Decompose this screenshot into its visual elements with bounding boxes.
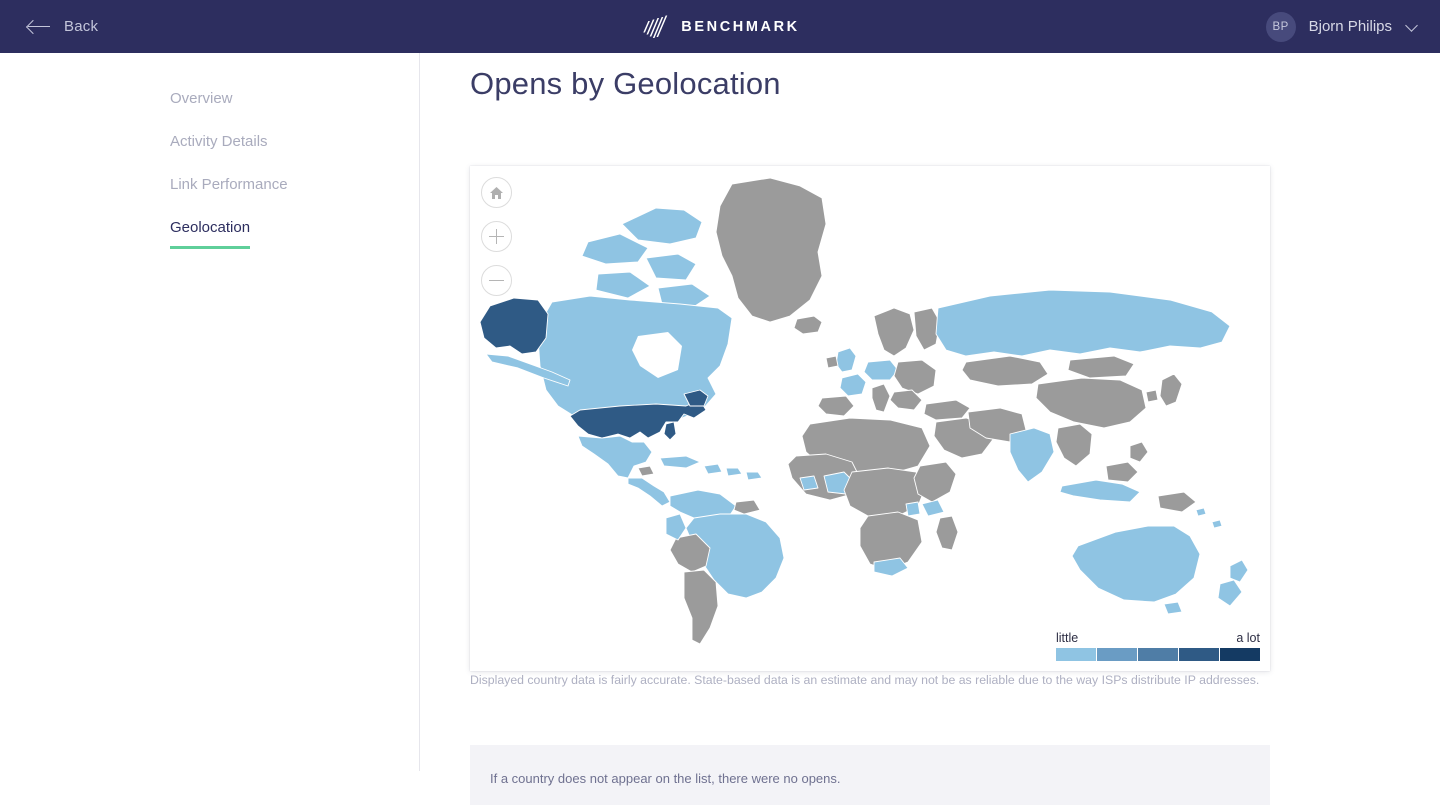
legend-swatch-4: [1179, 648, 1219, 661]
avatar: BP: [1265, 11, 1296, 42]
map-zoom-in-button[interactable]: [481, 221, 512, 252]
benchmark-slashes-logo: [643, 15, 668, 38]
legend-swatch-3: [1138, 648, 1178, 661]
legend-swatch-1: [1056, 648, 1096, 661]
body-area: Overview Activity Details Link Performan…: [0, 53, 1440, 805]
sidebar-item-geolocation[interactable]: Geolocation: [0, 207, 419, 260]
sidebar: Overview Activity Details Link Performan…: [0, 53, 420, 771]
legend-color-bar: [1056, 648, 1260, 661]
country-ireland: [825, 355, 839, 369]
world-map-svg[interactable]: [470, 166, 1270, 671]
world-map[interactable]: [470, 166, 1270, 671]
legend-labels: little a lot: [1056, 631, 1260, 645]
map-legend: little a lot: [1056, 631, 1260, 661]
sidebar-item-label: Overview: [170, 90, 233, 107]
legend-high-label: a lot: [1236, 631, 1260, 645]
content-area: Opens by Geolocation little a lot Displa…: [420, 53, 1440, 805]
sidebar-item-label: Link Performance: [170, 176, 288, 193]
legend-swatch-2: [1097, 648, 1137, 661]
country-uganda-blue: [905, 501, 921, 517]
back-button[interactable]: Back: [28, 18, 98, 35]
back-button-label: Back: [64, 18, 99, 35]
country-germany-poland: [863, 359, 899, 381]
plus-icon: [489, 229, 504, 244]
map-zoom-out-button[interactable]: [481, 265, 512, 296]
legend-low-label: little: [1056, 631, 1079, 645]
sidebar-item-overview[interactable]: Overview: [0, 78, 419, 121]
page-title: Opens by Geolocation: [470, 66, 781, 101]
arrow-left-icon: [28, 19, 50, 35]
user-menu[interactable]: BP Bjorn Philips: [1265, 11, 1418, 42]
map-controls: [481, 177, 512, 296]
info-panel: If a country does not appear on the list…: [470, 745, 1270, 805]
sidebar-nav: Overview Activity Details Link Performan…: [0, 53, 419, 260]
sidebar-item-label: Geolocation: [170, 219, 251, 249]
map-home-button[interactable]: [481, 177, 512, 208]
country-korea: [1145, 389, 1159, 403]
user-name: Bjorn Philips: [1308, 18, 1392, 35]
map-footnote: Displayed country data is fairly accurat…: [470, 673, 1260, 687]
brand-name: BENCHMARK: [681, 18, 800, 35]
legend-swatch-5: [1220, 648, 1260, 661]
minus-icon: [489, 273, 504, 288]
info-panel-text: If a country does not appear on the list…: [490, 771, 841, 786]
top-bar: Back BENCHMARK BP Bjorn Philips: [0, 0, 1440, 53]
sidebar-item-label: Activity Details: [170, 133, 268, 150]
sidebar-item-link-performance[interactable]: Link Performance: [0, 164, 419, 207]
brand: BENCHMARK: [640, 14, 799, 40]
home-icon: [490, 186, 503, 199]
geolocation-map-card: little a lot: [470, 166, 1270, 671]
country-iceland: [793, 315, 823, 335]
sidebar-item-activity-details[interactable]: Activity Details: [0, 121, 419, 164]
chevron-down-icon: [1405, 18, 1418, 32]
